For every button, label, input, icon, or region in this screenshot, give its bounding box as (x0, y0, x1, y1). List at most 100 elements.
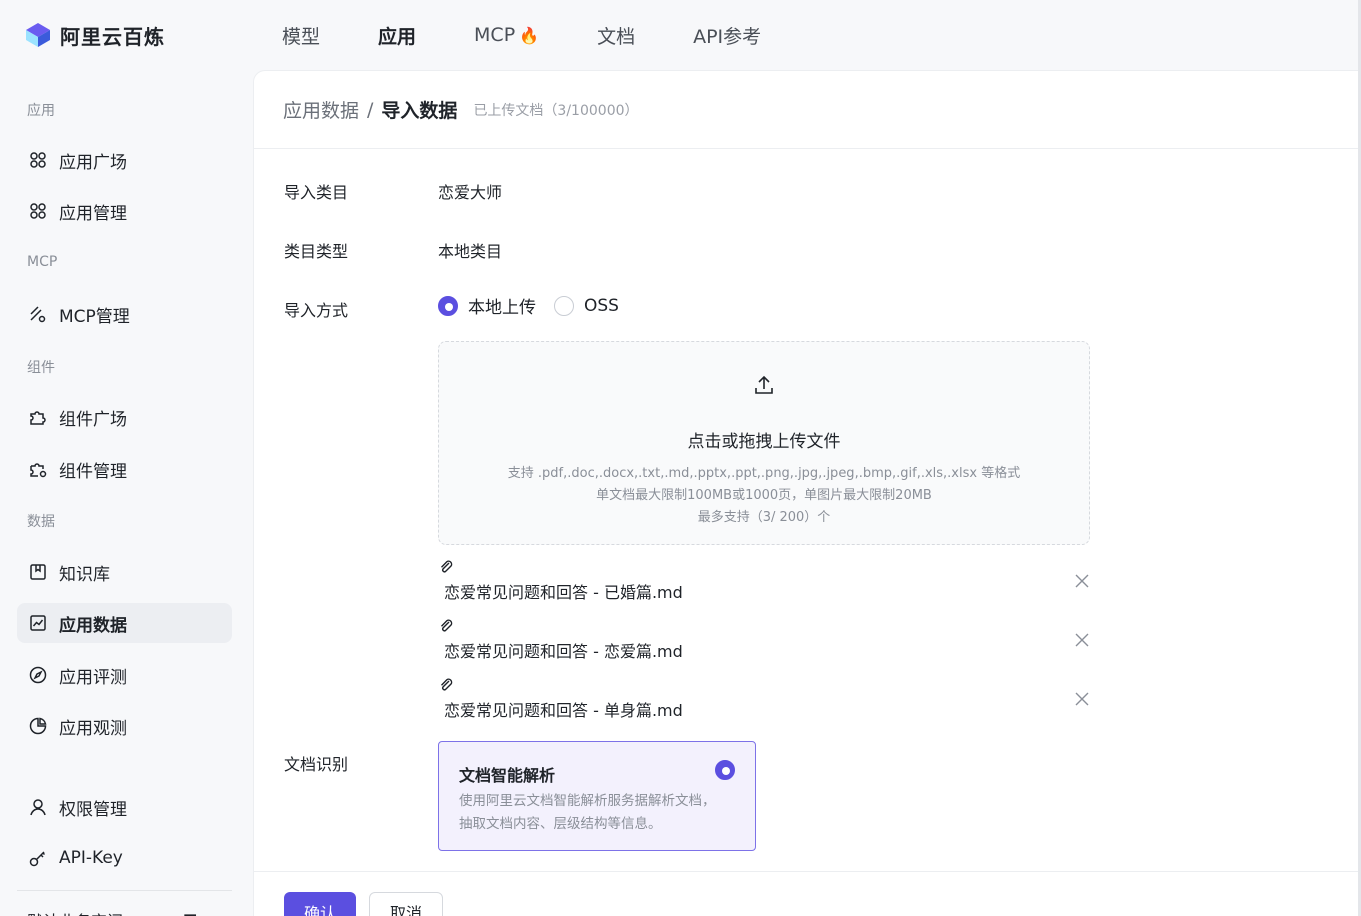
brand-logo[interactable]: 阿里云百炼 (24, 20, 165, 50)
sidebar-item-mcp-manage[interactable]: MCP管理 (17, 294, 232, 334)
close-icon[interactable] (1074, 691, 1090, 707)
radio-local-upload[interactable]: 本地上传 (438, 293, 536, 318)
upload-count-note: 已上传文档（3/100000） (473, 102, 639, 119)
option-title: 文档智能解析 (459, 766, 556, 785)
doc-recognition-label: 文档识别 (284, 755, 349, 774)
upload-formats: 支持 .pdf,.doc,.docx,.txt,.md,.pptx,.ppt,.… (507, 466, 1021, 481)
key-icon (28, 848, 48, 868)
pie-icon (28, 716, 48, 736)
chart-line-icon (28, 613, 48, 633)
sidebar-item-label: 组件广场 (59, 409, 127, 430)
bookmark-icon (28, 562, 48, 582)
file-item: 恋爱常见问题和回答 - 已婚篇.md (438, 559, 1090, 611)
topnav-docs[interactable]: 文档 (597, 22, 635, 49)
import-method-label: 导入方式 (284, 301, 349, 320)
sidebar-section-apps: 应用 (27, 103, 55, 119)
sidebar-item-label: 应用数据 (59, 615, 127, 636)
sidebar-item-label: MCP管理 (59, 306, 130, 327)
radio-label: OSS (584, 295, 619, 316)
category-value: 恋爱大师 (438, 183, 503, 202)
confirm-button[interactable]: 确认 (284, 892, 357, 916)
menu-icon: ☰ (183, 911, 197, 916)
puzzle-icon (28, 407, 48, 427)
top-nav: 模型 应用 MCP 🔥 文档 API参考 (282, 20, 819, 50)
category-type-label: 类目类型 (284, 242, 349, 261)
sidebar-item-component-manage[interactable]: 组件管理 (17, 449, 232, 489)
paperclip-icon (441, 560, 453, 573)
paperclip-icon (441, 619, 453, 632)
sidebar-item-label: 应用评测 (59, 667, 127, 688)
form-footer: 确认 取消 (254, 871, 1361, 916)
radio-checked-icon (715, 760, 735, 780)
topnav-mcp[interactable]: MCP 🔥 (474, 24, 539, 46)
option-smart-parse[interactable]: 文档智能解析 使用阿里云文档智能解析服务据解析文档，抽取文档内容、层级结构等信息… (438, 741, 756, 851)
sidebar-item-api-key[interactable]: API-Key (17, 838, 232, 878)
file-name[interactable]: 恋爱常见问题和回答 - 恋爱篇.md (444, 638, 683, 662)
compass-icon (28, 665, 48, 685)
sidebar-divider (17, 890, 232, 891)
sidebar-item-label: 应用广场 (59, 152, 127, 173)
app-grid-icon (28, 201, 48, 221)
sidebar-item-label: 应用观测 (59, 718, 127, 739)
topnav-api-reference[interactable]: API参考 (693, 22, 761, 49)
close-icon[interactable] (1074, 573, 1090, 589)
file-item: 恋爱常见问题和回答 - 单身篇.md (438, 677, 1090, 729)
option-description: 使用阿里云文档智能解析服务据解析文档，抽取文档内容、层级结构等信息。 (459, 793, 716, 832)
file-name[interactable]: 恋爱常见问题和回答 - 单身篇.md (444, 697, 683, 721)
page-title: 导入数据 (381, 100, 458, 122)
radio-checked-icon (438, 295, 458, 316)
breadcrumb-separator: / (367, 98, 374, 121)
sidebar-item-app-manage[interactable]: 应用管理 (17, 191, 232, 231)
sidebar-item-permissions[interactable]: 权限管理 (17, 787, 232, 827)
sidebar-item-app-observe[interactable]: 应用观测 (17, 706, 232, 746)
cancel-button[interactable]: 取消 (369, 892, 444, 916)
topnav-label: 文档 (597, 25, 636, 48)
topnav-models[interactable]: 模型 (282, 22, 320, 49)
topnav-apps[interactable]: 应用 (378, 22, 416, 49)
sidebar-item-label: 组件管理 (59, 461, 127, 482)
topnav-label: 应用 (378, 25, 417, 48)
radio-unchecked-icon (554, 295, 574, 316)
sidebar-item-app-evaluation[interactable]: 应用评测 (17, 655, 232, 695)
sidebar-item-app-data[interactable]: 应用数据 (17, 603, 232, 643)
workspace-switcher[interactable]: 默认业务空间 ☰ (27, 908, 197, 916)
main-panel: 应用数据 / 导入数据 已上传文档（3/100000） 导入类目 恋爱大师 类目… (253, 70, 1361, 916)
topnav-label: 模型 (282, 25, 321, 48)
sidebar-section-mcp: MCP (27, 254, 58, 270)
file-name[interactable]: 恋爱常见问题和回答 - 已婚篇.md (444, 579, 683, 603)
upload-count: 最多支持（3/ 200）个 (697, 510, 831, 525)
breadcrumb: 应用数据 / 导入数据 已上传文档（3/100000） (254, 71, 1361, 149)
top-bar: 阿里云百炼 模型 应用 MCP 🔥 文档 API参考 (0, 0, 1361, 70)
sidebar-item-label: 权限管理 (59, 799, 127, 820)
sidebar-item-app-square[interactable]: 应用广场 (17, 140, 232, 180)
sidebar-item-label: API-Key (59, 848, 123, 868)
brand-name: 阿里云百炼 (60, 24, 165, 49)
radio-oss[interactable]: OSS (554, 295, 619, 316)
sidebar-item-component-square[interactable]: 组件广场 (17, 397, 232, 437)
topnav-label: API参考 (693, 25, 762, 48)
sidebar-item-label: 知识库 (59, 564, 110, 585)
paperclip-icon (441, 678, 453, 691)
category-type-value: 本地类目 (438, 242, 503, 261)
sidebar-section-components: 组件 (27, 360, 55, 376)
upload-dropzone[interactable]: 点击或拖拽上传文件 支持 .pdf,.doc,.docx,.txt,.md,.p… (438, 341, 1090, 545)
sidebar-item-label: 应用管理 (59, 203, 127, 224)
radio-label: 本地上传 (468, 298, 536, 318)
brand-logo-icon (26, 23, 50, 47)
close-icon[interactable] (1074, 632, 1090, 648)
topnav-label: MCP (474, 24, 516, 46)
puzzle-gear-icon (28, 459, 48, 479)
sidebar-item-knowledge-base[interactable]: 知识库 (17, 552, 232, 592)
file-item: 恋爱常见问题和回答 - 恋爱篇.md (438, 618, 1090, 670)
user-icon (28, 797, 48, 817)
sidebar: 应用 应用广场 应用管理 MCP MCP管理 组件 组件广场 组件管理 数据 知… (0, 70, 252, 916)
category-label: 导入类目 (284, 183, 349, 202)
sidebar-section-data: 数据 (27, 514, 55, 530)
fire-icon: 🔥 (519, 25, 540, 45)
mcp-icon (28, 304, 48, 324)
upload-title: 点击或拖拽上传文件 (687, 432, 841, 452)
workspace-label: 默认业务空间 (27, 908, 123, 916)
app-grid-icon (28, 150, 48, 170)
import-method-radio-group: 本地上传 OSS (438, 293, 637, 318)
breadcrumb-parent[interactable]: 应用数据 (283, 96, 359, 123)
